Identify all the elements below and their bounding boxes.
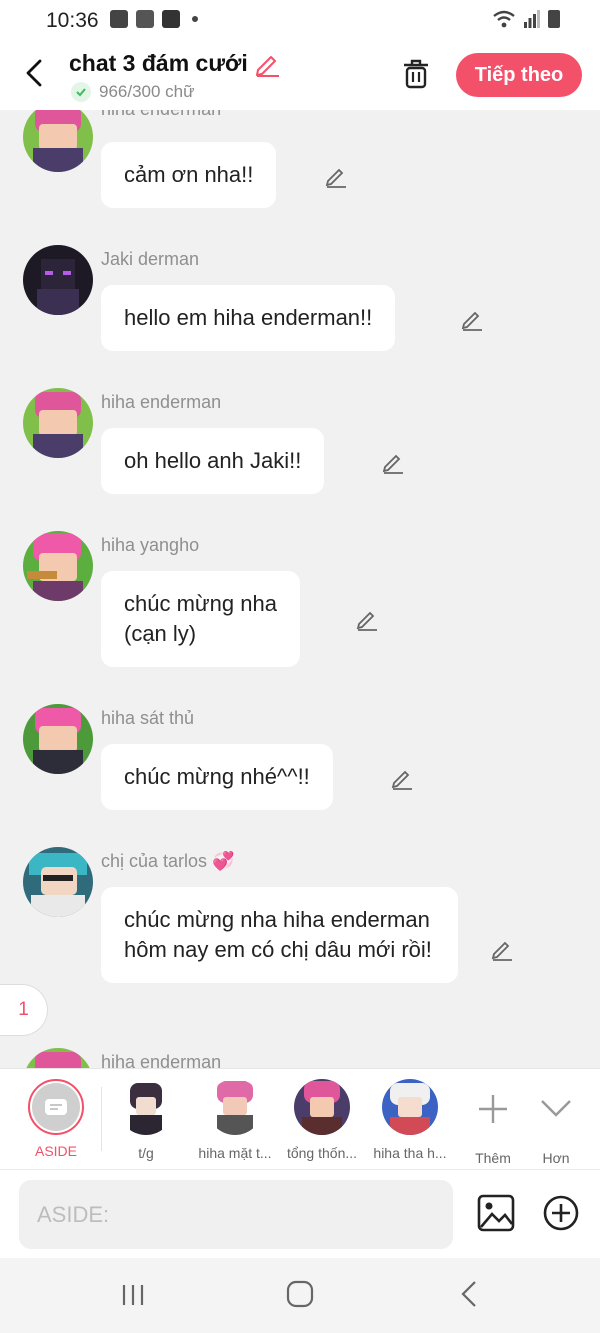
character-bar: ASIDE t/g hiha mặt t... tổng thốn... hih… (0, 1068, 600, 1169)
chat-title: chat 3 đám cưới (69, 50, 248, 76)
aside-button[interactable] (28, 1079, 84, 1135)
edit-message-icon[interactable] (460, 307, 484, 331)
battery-icon (548, 10, 560, 28)
add-circle-icon[interactable] (542, 1194, 580, 1232)
message-bubble[interactable]: chúc mừng nhé^^!! (101, 744, 333, 810)
aside-note-icon (45, 1099, 67, 1115)
sender-name: hiha enderman (101, 110, 221, 120)
message-item: hiha enderman (0, 1048, 600, 1068)
facebook-icon (162, 10, 180, 28)
sender-name: hiha enderman (101, 1052, 222, 1068)
edit-title-icon[interactable] (254, 51, 280, 77)
avatar[interactable] (23, 1048, 93, 1068)
chevron-down-icon (541, 1100, 571, 1117)
char-count: 966/300 chữ (99, 82, 195, 101)
next-button[interactable]: Tiếp theo (456, 53, 582, 97)
avatar[interactable] (23, 388, 93, 458)
home-icon[interactable] (286, 1280, 314, 1308)
avatar (118, 1079, 174, 1135)
message-item: hiha yangho chúc mừng nha (cạn ly) (0, 531, 600, 671)
message-bubble[interactable]: chúc mừng nha (cạn ly) (101, 571, 300, 667)
trash-icon[interactable] (401, 58, 431, 90)
character-name: tổng thốn... (286, 1145, 358, 1161)
character-item[interactable]: t/g (104, 1079, 188, 1161)
message-item: Jaki derman hello em hiha enderman!! (0, 245, 600, 355)
signal-icon (524, 10, 540, 28)
avatar[interactable] (23, 847, 93, 917)
edit-message-icon[interactable] (355, 607, 379, 631)
avatar[interactable] (23, 245, 93, 315)
aside-label: ASIDE (34, 1143, 77, 1159)
divider (101, 1087, 102, 1151)
message-bubble[interactable]: oh hello anh Jaki!! (101, 428, 325, 494)
back-arrow-icon[interactable] (22, 58, 48, 88)
character-name: hiha tha h... (373, 1145, 447, 1161)
message-item: hiha enderman cảm ơn nha!! (0, 110, 600, 212)
character-name: t/g (138, 1145, 154, 1161)
message-item: hiha enderman oh hello anh Jaki!! (0, 388, 600, 498)
aside-input[interactable] (19, 1180, 453, 1249)
less-label: Hơn (542, 1150, 570, 1166)
message-bubble[interactable]: hello em hiha enderman!! (101, 285, 396, 351)
avatar[interactable] (23, 704, 93, 774)
chat-messages: hiha enderman cảm ơn nha!! Jaki derman h… (0, 110, 600, 1068)
avatar (294, 1079, 350, 1135)
image-icon[interactable] (477, 1194, 515, 1232)
back-icon[interactable] (458, 1280, 480, 1308)
wifi-icon (493, 10, 515, 28)
message-bubble[interactable]: cảm ơn nha!! (101, 142, 277, 208)
notification-icon (136, 10, 154, 28)
status-time: 10:36 (46, 9, 99, 32)
message-item: hiha sát thủ chúc mừng nhé^^!! (0, 704, 600, 814)
avatar (207, 1079, 263, 1135)
avatar (382, 1079, 438, 1135)
avatar[interactable] (23, 110, 93, 172)
recent-apps-icon[interactable] (120, 1282, 146, 1308)
edit-message-icon[interactable] (490, 937, 514, 961)
sender-name: Jaki derman (101, 249, 200, 269)
sender-name: hiha enderman (101, 392, 222, 412)
edit-message-icon[interactable] (324, 164, 348, 188)
plus-icon (479, 1095, 507, 1123)
character-item[interactable]: tổng thốn... (280, 1079, 364, 1161)
message-item: chị của tarlos 💞 chúc mừng nha hiha ende… (0, 847, 600, 1017)
edit-message-icon[interactable] (390, 766, 414, 790)
page-badge[interactable]: 1 (0, 984, 48, 1036)
input-row (0, 1169, 600, 1258)
less-button[interactable]: Hơn (514, 1079, 598, 1166)
sender-name: hiha sát thủ (101, 708, 195, 728)
system-navigation-bar (0, 1258, 600, 1333)
character-item[interactable]: hiha mặt t... (193, 1079, 277, 1161)
gallery-icon (110, 10, 128, 28)
more-notifications-icon (192, 16, 198, 22)
edit-message-icon[interactable] (381, 450, 405, 474)
chat-header: chat 3 đám cưới 966/300 chữ Tiếp theo (0, 44, 600, 110)
message-bubble[interactable]: chúc mừng nha hiha enderman hôm nay em c… (101, 887, 458, 983)
character-name: hiha mặt t... (198, 1145, 272, 1161)
avatar[interactable] (23, 531, 93, 601)
sender-name: hiha yangho (101, 535, 200, 555)
check-icon (71, 82, 91, 102)
character-item[interactable]: hiha tha h... (368, 1079, 452, 1161)
status-bar: 10:36 (0, 0, 600, 44)
sender-name: chị của tarlos 💞 (101, 851, 235, 871)
